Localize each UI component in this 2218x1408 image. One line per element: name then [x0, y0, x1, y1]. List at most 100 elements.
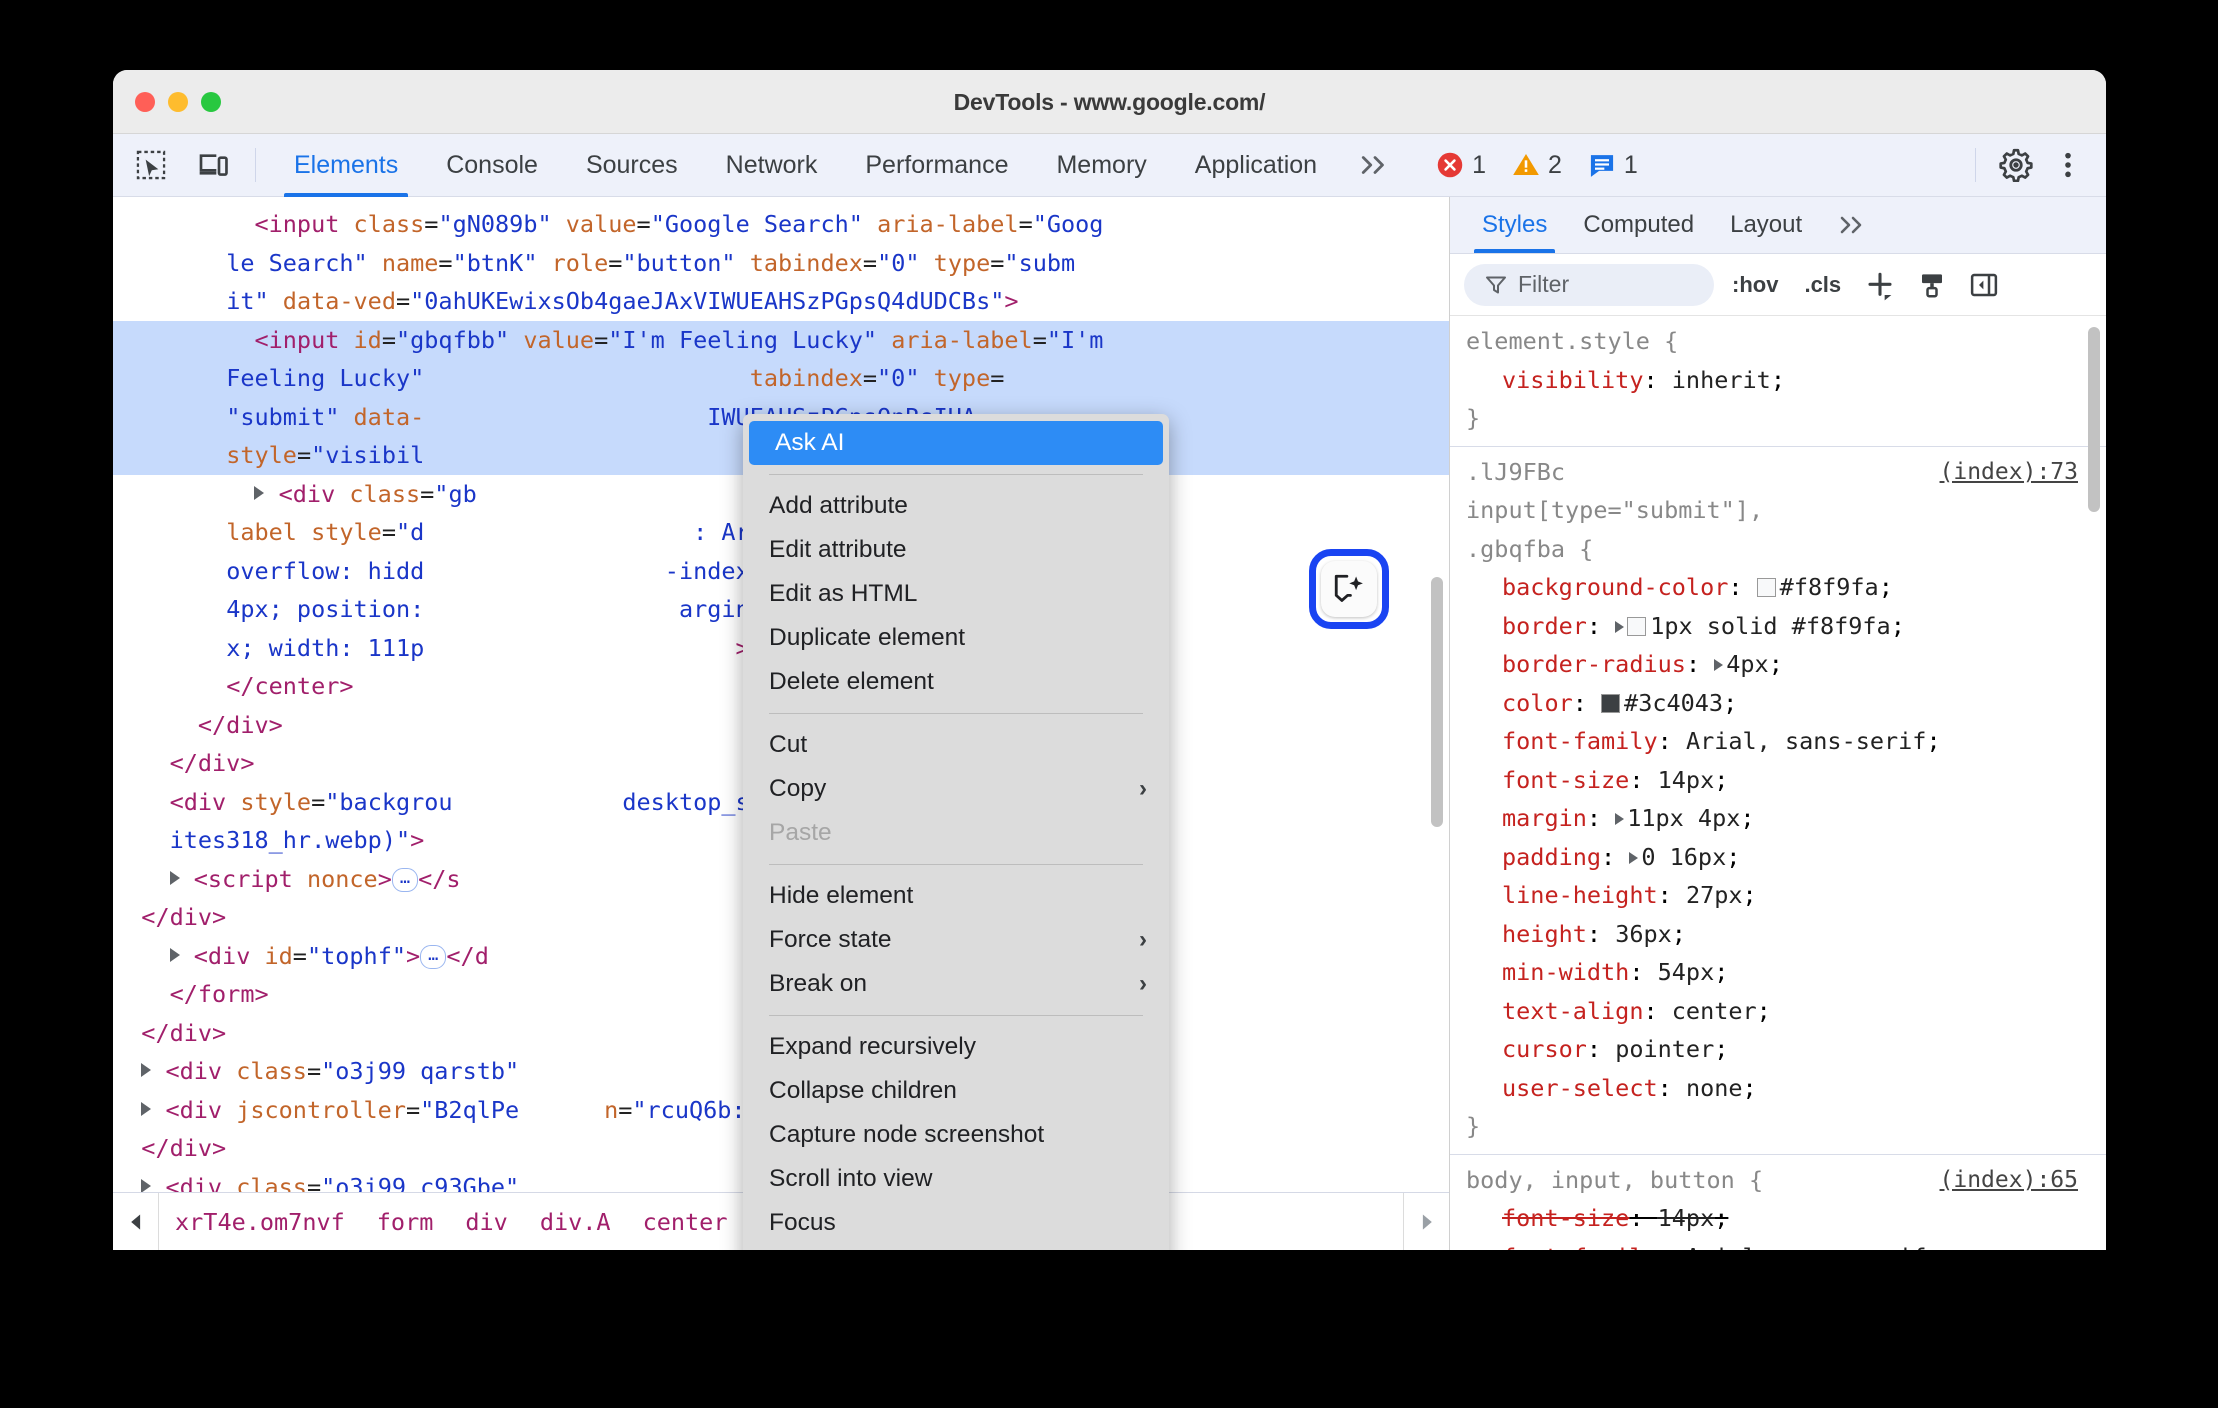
css-declaration[interactable]: font-family: Arial, sans-serif;	[1450, 722, 2106, 761]
menu-item-duplicate-element[interactable]: Duplicate element	[743, 616, 1169, 660]
dom-tree-line[interactable]: le Search" name="btnK" role="button" tab…	[113, 244, 1449, 283]
color-swatch[interactable]	[1756, 578, 1776, 597]
css-declaration[interactable]: user-select: none;	[1450, 1069, 2106, 1108]
styles-more-tabs-icon[interactable]	[1820, 197, 1886, 253]
css-selector[interactable]: .gbqfba {	[1450, 530, 2106, 569]
tab-network[interactable]: Network	[702, 134, 842, 197]
expand-shorthand-icon[interactable]	[1714, 659, 1724, 671]
menu-item-badge-settings[interactable]: Badge settings...	[743, 1245, 1169, 1250]
menu-item-capture-node-screenshot[interactable]: Capture node screenshot	[743, 1113, 1169, 1157]
collapsed-content-badge[interactable]: …	[391, 867, 419, 892]
dom-context-menu[interactable]: Ask AI Add attribute Edit attribute Edit as…	[743, 414, 1169, 1250]
plus-icon[interactable]	[1859, 264, 1901, 306]
expand-arrow-icon[interactable]	[254, 485, 265, 500]
css-declaration[interactable]: font-size: 14px;	[1450, 1199, 2106, 1238]
css-declaration[interactable]: background-color: #f8f9fa;	[1450, 568, 2106, 607]
dom-tree-line[interactable]: <input id="gbqfbb" value="I'm Feeling Lu…	[113, 320, 1449, 359]
warning-counter[interactable]: 2	[1499, 151, 1575, 180]
tab-performance[interactable]: Performance	[841, 134, 1032, 197]
chevron-right-icon[interactable]	[1403, 1193, 1449, 1250]
chevron-double-right-icon[interactable]	[1341, 152, 1409, 178]
inspect-element-icon[interactable]	[127, 141, 175, 189]
css-declaration[interactable]: height: 36px;	[1450, 915, 2106, 954]
toggle-sidebar-icon[interactable]	[1963, 264, 2005, 306]
expand-shorthand-icon[interactable]	[1615, 813, 1625, 825]
css-declaration[interactable]: font-size: 14px;	[1450, 761, 2106, 800]
device-toolbar-icon[interactable]	[189, 141, 237, 189]
tab-sources[interactable]: Sources	[562, 134, 702, 197]
css-declaration[interactable]: border-radius: 4px;	[1450, 645, 2106, 684]
tab-memory[interactable]: Memory	[1032, 134, 1170, 197]
menu-item-ask-ai[interactable]: Ask AI	[749, 421, 1163, 465]
chevron-left-icon[interactable]	[113, 1193, 159, 1250]
css-selector[interactable]: .lJ9FBc (index):73	[1450, 453, 2106, 492]
css-rule[interactable]: body, input, button {(index):65 font-size…	[1450, 1155, 2106, 1251]
breadcrumb-item[interactable]: div.A	[524, 1193, 627, 1250]
toggle-class-editor-button[interactable]: .cls	[1796, 272, 1849, 298]
css-declaration[interactable]: border: 1px solid #f8f9fa;	[1450, 607, 2106, 646]
css-declaration[interactable]: text-align: center;	[1450, 992, 2106, 1031]
menu-item-hide-element[interactable]: Hide element	[743, 874, 1169, 918]
css-declaration[interactable]: padding: 0 16px;	[1450, 838, 2106, 877]
menu-item-edit-attribute[interactable]: Edit attribute	[743, 528, 1169, 572]
css-rule[interactable]: .lJ9FBc (index):73 input[type="submit"], .g…	[1450, 447, 2106, 1155]
menu-item-scroll-into-view[interactable]: Scroll into view	[743, 1157, 1169, 1201]
tab-console[interactable]: Console	[422, 134, 562, 197]
expand-arrow-icon[interactable]	[141, 1063, 152, 1077]
expand-arrow-icon[interactable]	[169, 870, 180, 885]
tab-computed[interactable]: Computed	[1565, 197, 1712, 253]
breadcrumb-item[interactable]: xrT4e.om7nvf	[159, 1193, 361, 1250]
expand-shorthand-icon[interactable]	[1629, 851, 1639, 864]
menu-item-add-attribute[interactable]: Add attribute	[743, 484, 1169, 528]
gear-icon[interactable]	[1992, 141, 2040, 189]
error-counter[interactable]: 1	[1423, 151, 1499, 180]
css-declaration[interactable]: cursor: pointer;	[1450, 1030, 2106, 1069]
menu-item-delete-element[interactable]: Delete element	[743, 660, 1169, 704]
menu-item-collapse-children[interactable]: Collapse children	[743, 1069, 1169, 1113]
menu-item-copy[interactable]: Copy ›	[743, 767, 1169, 811]
css-rules-list[interactable]: element.style {visibility: inherit;} .lJ9…	[1450, 316, 2106, 1250]
menu-item-edit-as-html[interactable]: Edit as HTML	[743, 572, 1169, 616]
paint-brush-icon[interactable]	[1911, 264, 1953, 306]
styles-vertical-scrollbar[interactable]	[2088, 327, 2100, 512]
kebab-menu-icon[interactable]	[2044, 141, 2092, 189]
css-selector[interactable]: input[type="submit"],	[1450, 491, 2106, 530]
css-declaration[interactable]: visibility: inherit;	[1450, 361, 2106, 400]
menu-item-expand-recursively[interactable]: Expand recursively	[743, 1025, 1169, 1069]
dom-tree-line[interactable]: it" data-ved="0ahUKEwixsOb4gaeJAxVIWUEAH…	[113, 282, 1449, 321]
css-declaration[interactable]: min-width: 54px;	[1450, 953, 2106, 992]
toggle-pseudo-states-button[interactable]: :hov	[1724, 272, 1786, 298]
dom-tree-line[interactable]: <input class="gN089b" value="Google Sear…	[113, 205, 1449, 244]
expand-arrow-icon[interactable]	[169, 947, 180, 962]
expand-shorthand-icon[interactable]	[1615, 620, 1625, 633]
tab-elements[interactable]: Elements	[270, 134, 422, 197]
dom-tree-line[interactable]: Feeling Lucky" tabindex="0" type=	[113, 359, 1449, 398]
tab-layout[interactable]: Layout	[1712, 197, 1820, 253]
expand-arrow-icon[interactable]	[141, 1101, 152, 1116]
color-swatch[interactable]	[1601, 693, 1621, 713]
menu-item-cut[interactable]: Cut	[743, 723, 1169, 767]
menu-item-focus[interactable]: Focus	[743, 1201, 1169, 1245]
css-declaration[interactable]: margin: 11px 4px;	[1450, 799, 2106, 838]
css-declaration[interactable]: line-height: 27px;	[1450, 876, 2106, 915]
breadcrumb-item[interactable]: center	[627, 1193, 744, 1250]
menu-item-break-on[interactable]: Break on ›	[743, 962, 1169, 1006]
breadcrumb-item[interactable]: form	[361, 1193, 450, 1250]
stylesheet-origin-link[interactable]: (index):73	[1940, 453, 2078, 492]
info-counter[interactable]: 1	[1575, 151, 1651, 180]
color-swatch[interactable]	[1627, 616, 1647, 636]
search-input[interactable]: Filter	[1464, 263, 1714, 306]
menu-item-force-state[interactable]: Force state ›	[743, 918, 1169, 962]
breadcrumb-item[interactable]: div	[449, 1193, 523, 1250]
tab-styles[interactable]: Styles	[1464, 197, 1565, 253]
collapsed-content-badge[interactable]: …	[420, 944, 447, 969]
tab-application[interactable]: Application	[1171, 134, 1341, 197]
css-selector[interactable]: element.style {	[1450, 322, 2106, 361]
css-declaration[interactable]: color: #3c4043;	[1450, 684, 2106, 723]
css-declaration[interactable]: font-family: Arial, sans-serif;	[1450, 1238, 2106, 1251]
css-rule[interactable]: element.style {visibility: inherit;}	[1450, 316, 2106, 447]
dom-vertical-scrollbar[interactable]	[1431, 577, 1443, 827]
stylesheet-origin-link[interactable]: (index):65	[1940, 1161, 2078, 1200]
css-selector[interactable]: body, input, button {(index):65	[1450, 1161, 2106, 1200]
expand-arrow-icon[interactable]	[141, 1178, 152, 1193]
